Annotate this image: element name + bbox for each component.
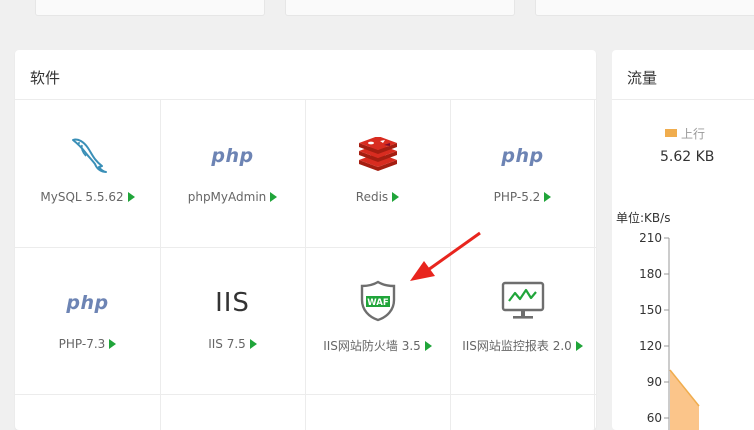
software-name: IIS网站防火墙 3.5 xyxy=(323,339,421,353)
software-panel-title: 软件 xyxy=(30,69,61,87)
play-icon[interactable] xyxy=(424,341,432,351)
traffic-chart: 210 180 150 120 90 60 xyxy=(639,231,700,430)
software-item-label: phpMyAdmin xyxy=(160,190,305,204)
top-card-1 xyxy=(35,0,265,16)
play-icon[interactable] xyxy=(127,192,135,202)
software-item-php73[interactable]: php PHP-7.3 xyxy=(15,247,160,394)
legend-swatch-upload xyxy=(665,129,677,137)
software-name: phpMyAdmin xyxy=(187,190,267,204)
software-name: PHP-5.2 xyxy=(493,190,541,204)
waf-shield-icon: WAF xyxy=(359,280,397,326)
y-tick-label: 120 xyxy=(639,339,662,353)
top-card-3 xyxy=(535,0,754,16)
divider xyxy=(612,99,754,100)
play-icon[interactable] xyxy=(575,341,583,351)
software-panel: 软件 MySQL 5.5.62 php phpMyAdmin Redis php… xyxy=(15,50,596,430)
software-item-label: PHP-7.3 xyxy=(15,337,160,351)
php-logo-icon: php xyxy=(211,145,254,167)
redis-icon xyxy=(357,136,399,175)
upload-value: 5.62 KB xyxy=(660,149,715,165)
software-name: Redis xyxy=(355,190,389,204)
y-tick-label: 210 xyxy=(639,231,662,245)
play-icon[interactable] xyxy=(249,339,257,349)
y-tick-label: 180 xyxy=(639,267,662,281)
software-item-label: MySQL 5.5.62 xyxy=(15,190,160,204)
software-item-label: Redis xyxy=(305,190,450,204)
grid-divider xyxy=(15,394,596,395)
mysql-dolphin-icon xyxy=(68,134,108,178)
software-item-iis[interactable]: IIS IIS 7.5 xyxy=(160,247,305,394)
software-name: IIS 7.5 xyxy=(208,337,246,351)
software-item-mysql[interactable]: MySQL 5.5.62 xyxy=(15,100,160,247)
play-icon[interactable] xyxy=(392,192,400,202)
y-tick-label: 90 xyxy=(647,375,662,389)
php-logo-icon: php xyxy=(66,292,109,314)
software-item-phpmyadmin[interactable]: php phpMyAdmin xyxy=(160,100,305,247)
annotation-arrow-icon xyxy=(410,231,481,281)
software-item-label: PHP-5.2 xyxy=(450,190,595,204)
software-item-label: IIS网站监控报表 2.0 xyxy=(450,337,595,354)
software-name: IIS网站监控报表 2.0 xyxy=(462,339,572,353)
play-icon[interactable] xyxy=(109,339,117,349)
play-icon[interactable] xyxy=(270,192,278,202)
monitor-chart-icon xyxy=(501,281,545,325)
waf-icon-text: WAF xyxy=(367,298,389,308)
traffic-panel-title: 流量 xyxy=(627,69,658,87)
traffic-panel: 流量 上行 5.62 KB 单位:KB/s 210 180 150 120 90 60 xyxy=(612,50,754,430)
software-item-label: IIS 7.5 xyxy=(160,337,305,351)
y-tick-label: 150 xyxy=(639,303,662,317)
top-card-2 xyxy=(285,0,515,16)
software-name: PHP-7.3 xyxy=(58,337,106,351)
legend-label-upload: 上行 xyxy=(681,127,706,141)
software-item-label: IIS网站防火墙 3.5 xyxy=(305,337,450,354)
iis-logo-icon: IIS xyxy=(215,288,250,318)
play-icon[interactable] xyxy=(544,192,552,202)
software-name: MySQL 5.5.62 xyxy=(40,190,124,204)
php-logo-icon: php xyxy=(501,145,544,167)
y-tick-label: 60 xyxy=(647,411,662,425)
